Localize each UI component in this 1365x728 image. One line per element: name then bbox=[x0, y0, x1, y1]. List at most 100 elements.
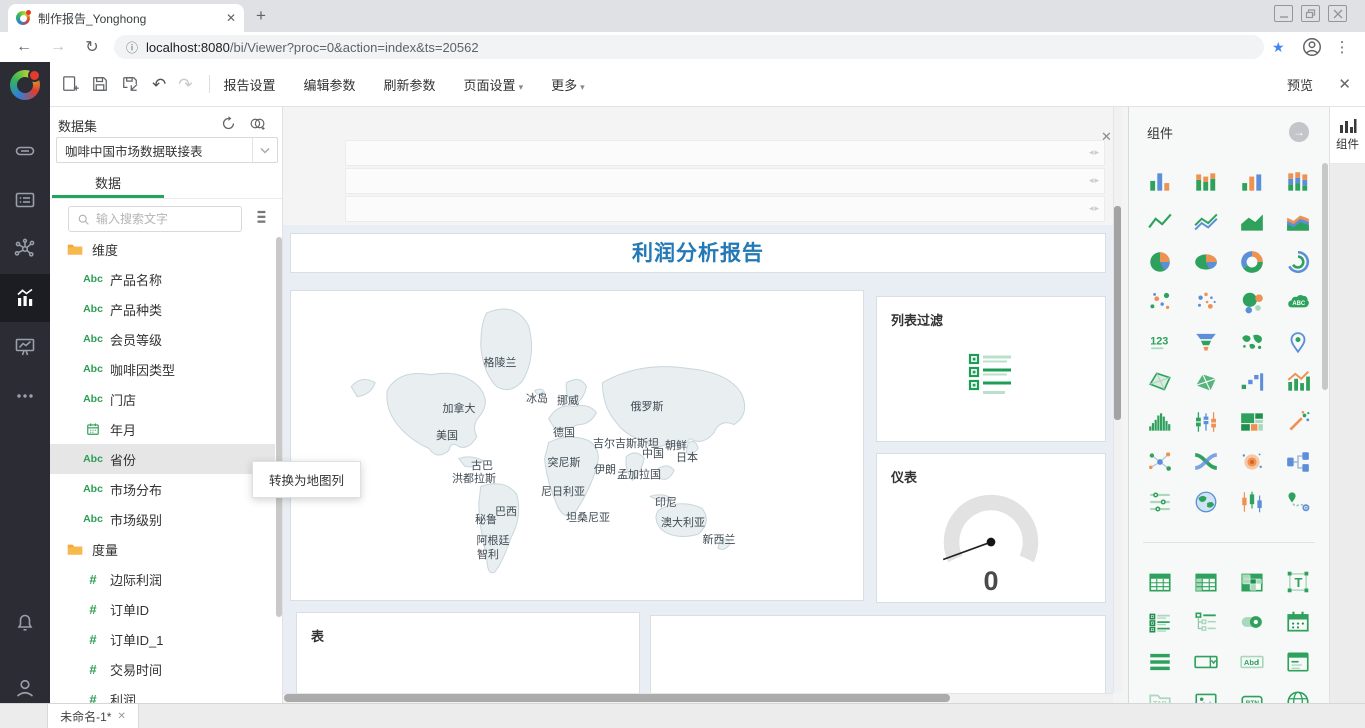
collapse-panel-icon[interactable]: → bbox=[1289, 122, 1309, 142]
tree-item-field[interactable]: Abc咖啡因类型 bbox=[50, 354, 275, 384]
toolbar-button-1[interactable]: 编辑参数 bbox=[304, 75, 356, 94]
component-ring-chart-icon[interactable] bbox=[1275, 242, 1321, 282]
component-date-filter-icon[interactable] bbox=[1275, 602, 1321, 642]
component-text-input-icon[interactable]: Abc bbox=[1229, 642, 1275, 682]
component-packed-bubble-chart-icon[interactable] bbox=[1229, 282, 1275, 322]
profile-avatar-icon[interactable] bbox=[1301, 36, 1323, 58]
data-panel-scrollbar[interactable] bbox=[276, 237, 282, 617]
component-kpi-number-icon[interactable]: 123 bbox=[1137, 322, 1183, 362]
component-smart-analysis-icon[interactable] bbox=[1275, 402, 1321, 442]
dataset-select[interactable]: 咖啡中国市场数据联接表 bbox=[56, 137, 278, 163]
tree-item-field[interactable]: #边际利润 bbox=[50, 564, 275, 594]
toolbar-button-0[interactable]: 报告设置 bbox=[224, 75, 276, 94]
world-map-widget[interactable]: 格陵兰冰岛挪威俄罗斯加拿大美国德国吉尔吉斯斯坦朝鲜中国日本突尼斯伊朗孟加拉国古巴… bbox=[290, 290, 864, 601]
window-restore-button[interactable] bbox=[1301, 5, 1320, 22]
tree-item-field[interactable]: Abc市场级别 bbox=[50, 504, 275, 534]
component-relation-graph-icon[interactable] bbox=[1137, 442, 1183, 482]
reload-icon[interactable]: ↻ bbox=[82, 37, 102, 57]
new-report-icon[interactable] bbox=[60, 74, 80, 94]
nav-data-connection[interactable] bbox=[0, 127, 50, 175]
builder-close-icon[interactable]: ✕ bbox=[1338, 75, 1351, 93]
save-icon[interactable] bbox=[90, 74, 110, 94]
component-organization-chart-icon[interactable] bbox=[1275, 442, 1321, 482]
component-box-plot-icon[interactable] bbox=[1183, 402, 1229, 442]
tree-item-field[interactable]: Abc产品种类 bbox=[50, 294, 275, 324]
component-table-icon[interactable] bbox=[1137, 562, 1183, 602]
tree-item-field[interactable]: #订单ID bbox=[50, 594, 275, 624]
tree-item-field[interactable]: #订单ID_1 bbox=[50, 624, 275, 654]
component-line-chart-icon[interactable] bbox=[1137, 202, 1183, 242]
tree-item-field[interactable]: Abc省份 bbox=[50, 444, 275, 474]
field-search-box[interactable] bbox=[68, 206, 242, 232]
convert-to-map-column-tooltip[interactable]: 转换为地图列 bbox=[252, 461, 361, 498]
component-grouped-column-chart-icon[interactable] bbox=[1229, 162, 1275, 202]
field-list-menu-icon[interactable] bbox=[254, 209, 268, 225]
window-close-button[interactable] bbox=[1328, 5, 1347, 22]
filter-row[interactable]: ◂▸ bbox=[345, 168, 1105, 194]
resize-arrows-icon[interactable]: ◂▸ bbox=[1089, 175, 1100, 186]
component-detail-form-icon[interactable] bbox=[1275, 642, 1321, 682]
component-radar-chart-icon[interactable] bbox=[1137, 362, 1183, 402]
nav-report-active[interactable] bbox=[0, 274, 50, 322]
list-filter-widget[interactable]: 列表过滤 bbox=[876, 296, 1106, 442]
nav-data-prep[interactable] bbox=[0, 225, 50, 273]
components-strip-tab[interactable]: 组件 bbox=[1330, 107, 1365, 164]
resize-arrows-icon[interactable]: ◂▸ bbox=[1089, 147, 1100, 158]
toolbar-button-2[interactable]: 刷新参数 bbox=[384, 75, 436, 94]
component-world-map-icon[interactable] bbox=[1229, 322, 1275, 362]
report-title-widget[interactable]: 利润分析报告 bbox=[290, 233, 1106, 273]
gauge-widget[interactable]: 仪表 0 bbox=[876, 453, 1106, 603]
browser-menu-icon[interactable]: ⋮ bbox=[1335, 38, 1350, 56]
filter-row[interactable]: ◂▸ bbox=[345, 196, 1105, 222]
redo-icon[interactable]: ↷ bbox=[178, 76, 192, 93]
forward-icon[interactable]: → bbox=[48, 38, 68, 56]
component-toggle-switch-icon[interactable] bbox=[1229, 602, 1275, 642]
component-word-cloud-icon[interactable]: ABC bbox=[1275, 282, 1321, 322]
tree-item-field[interactable]: Abc市场分布 bbox=[50, 474, 275, 504]
component-density-map-icon[interactable] bbox=[1229, 442, 1275, 482]
site-info-icon[interactable]: ⓘ bbox=[126, 39, 138, 56]
component-area-chart-icon[interactable] bbox=[1229, 202, 1275, 242]
nav-dashboard[interactable] bbox=[0, 323, 50, 371]
component-sankey-chart-icon[interactable] bbox=[1183, 442, 1229, 482]
component-dropdown-filter-icon[interactable] bbox=[1183, 642, 1229, 682]
tree-item-field[interactable]: Abc会员等级 bbox=[50, 324, 275, 354]
component-donut-chart-icon[interactable] bbox=[1229, 242, 1275, 282]
tree-item-field[interactable]: #利润 bbox=[50, 684, 275, 703]
component-route-map-icon[interactable] bbox=[1275, 482, 1321, 522]
tab-close-icon[interactable]: ✕ bbox=[226, 11, 236, 25]
join-dataset-icon[interactable] bbox=[248, 115, 267, 132]
tab-data[interactable]: 数据 bbox=[50, 171, 166, 198]
component-globe-map-icon[interactable] bbox=[1183, 482, 1229, 522]
component-crosstab-table-icon[interactable] bbox=[1229, 562, 1275, 602]
tree-item-field[interactable]: #交易时间 bbox=[50, 654, 275, 684]
component-location-map-icon[interactable] bbox=[1275, 322, 1321, 362]
nav-more[interactable] bbox=[0, 372, 50, 420]
component-funnel-chart-icon[interactable] bbox=[1183, 322, 1229, 362]
preview-button[interactable]: 预览 bbox=[1287, 75, 1313, 94]
component-filled-radar-chart-icon[interactable] bbox=[1183, 362, 1229, 402]
component-pie-3d-chart-icon[interactable] bbox=[1183, 242, 1229, 282]
component-text-box-icon[interactable]: T bbox=[1275, 562, 1321, 602]
nav-dataset[interactable] bbox=[0, 176, 50, 224]
tree-item-field[interactable]: Abc门店 bbox=[50, 384, 275, 414]
component-checkbox-list-filter-icon[interactable] bbox=[1137, 602, 1183, 642]
toolbar-button-4[interactable]: 更多▾ bbox=[551, 75, 585, 94]
window-minimize-button[interactable] bbox=[1274, 5, 1293, 22]
component-stacked-column-chart-icon[interactable] bbox=[1183, 162, 1229, 202]
component-scatter-chart-icon[interactable] bbox=[1137, 282, 1183, 322]
save-as-icon[interactable] bbox=[120, 74, 140, 94]
table-widget[interactable]: 表 bbox=[296, 612, 640, 703]
browser-tab[interactable]: 制作报告_Yonghong ✕ bbox=[8, 4, 244, 32]
search-input[interactable] bbox=[96, 212, 251, 226]
component-column-chart-icon[interactable] bbox=[1137, 162, 1183, 202]
component-treemap-chart-icon[interactable] bbox=[1229, 402, 1275, 442]
refresh-dataset-icon[interactable] bbox=[220, 115, 237, 132]
component-pie-chart-icon[interactable] bbox=[1137, 242, 1183, 282]
sheet-tab-close-icon[interactable]: ✕ bbox=[117, 711, 125, 722]
component-stacked-area-chart-icon[interactable] bbox=[1275, 202, 1321, 242]
canvas-vertical-scroll-thumb[interactable] bbox=[1114, 206, 1121, 420]
component-tree-filter-icon[interactable] bbox=[1183, 602, 1229, 642]
tree-item-folder[interactable]: 维度 bbox=[50, 234, 275, 264]
filter-row[interactable]: ◂▸ bbox=[345, 140, 1105, 166]
